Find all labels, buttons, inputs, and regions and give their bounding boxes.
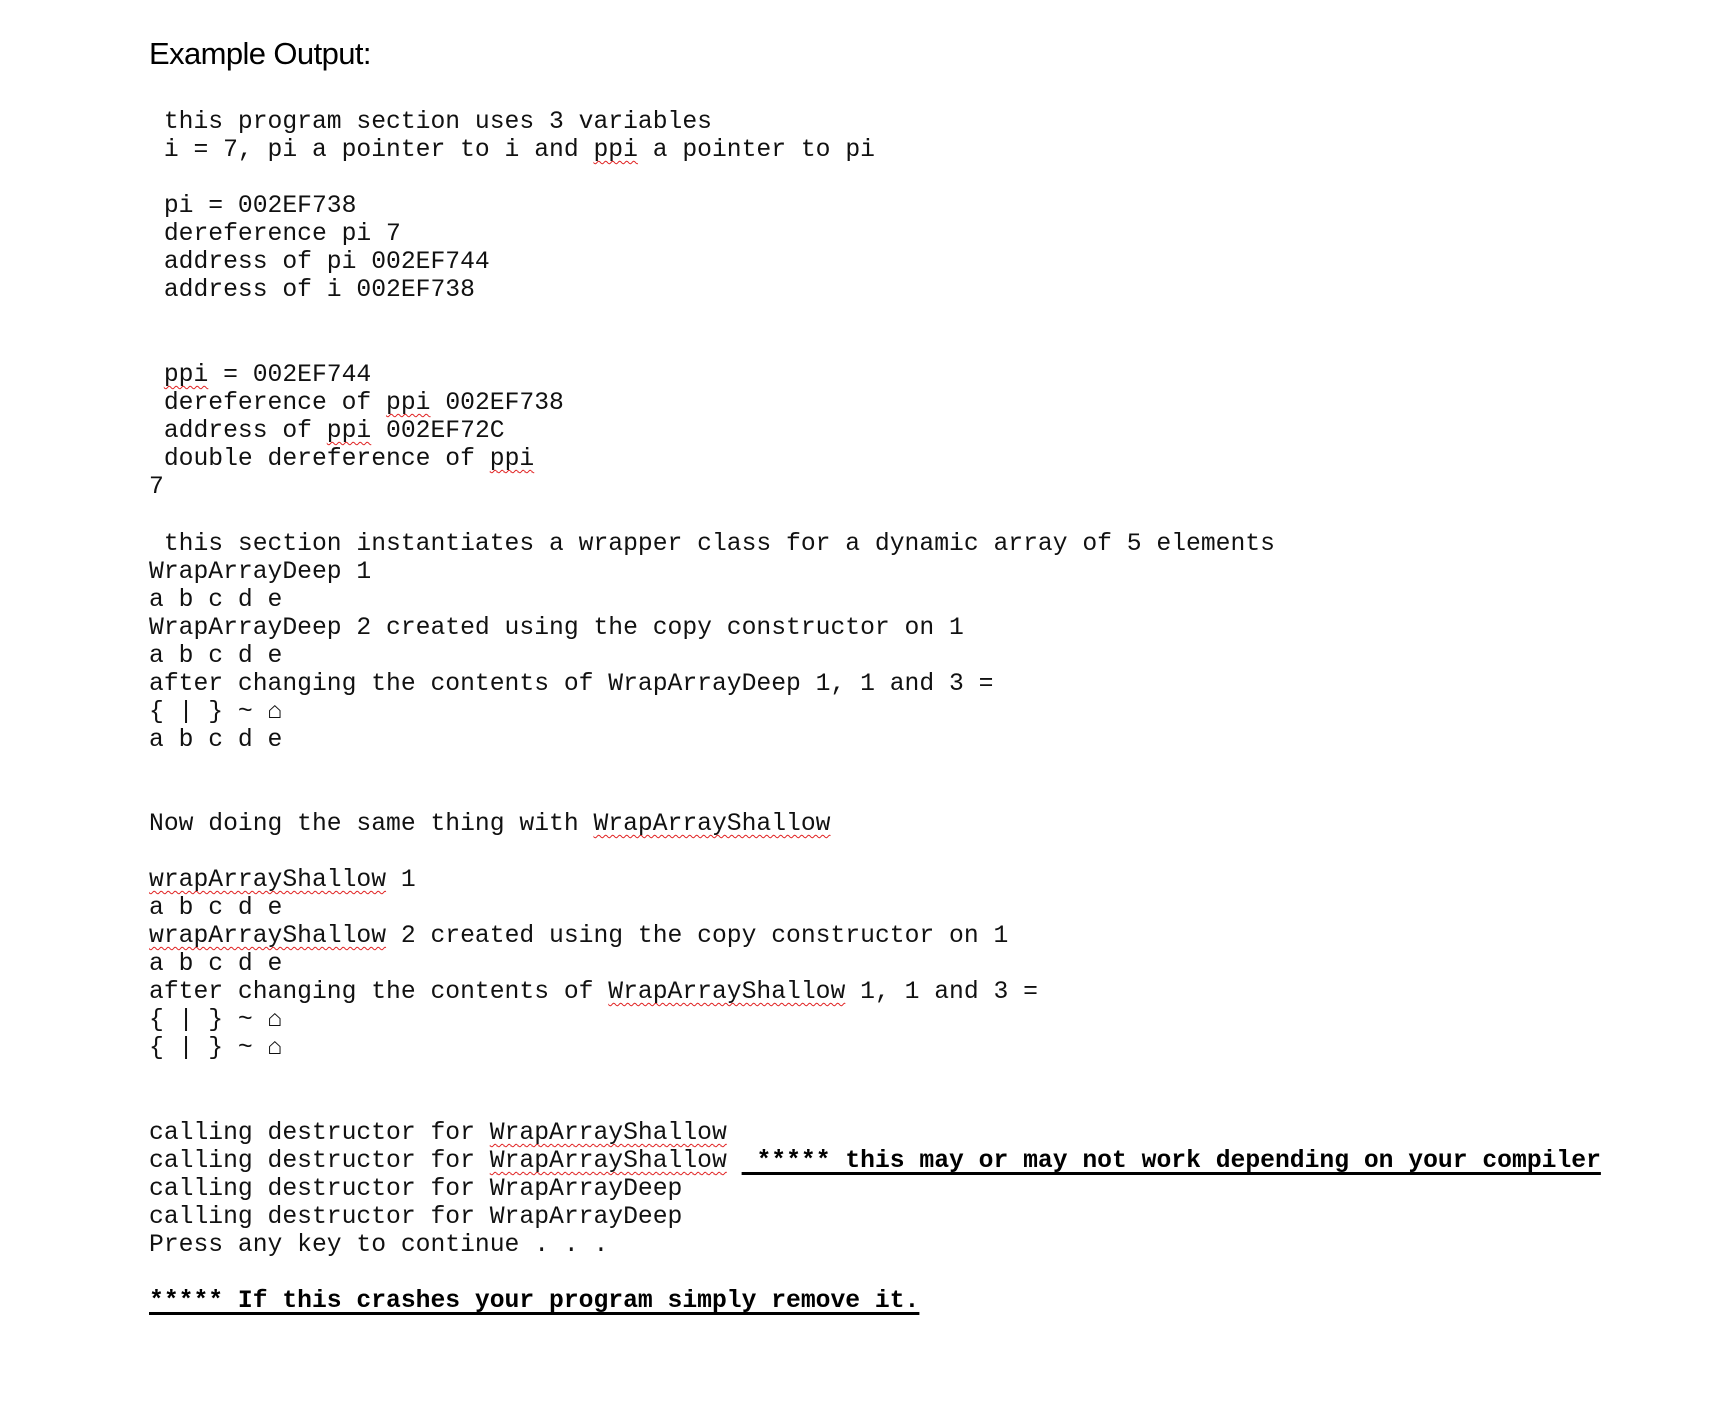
compiler-warning-note: ***** this may or may not work depending… [741,1147,1601,1175]
text: Now doing the same thing with [149,810,594,838]
text: double dereference of [149,445,490,473]
output-line: ***** If this crashes your program simpl… [149,1287,919,1315]
text: 2 created using the copy constructor on … [386,922,1009,950]
output-line: dereference pi 7 [149,220,401,248]
spellcheck-word: ppi [489,445,535,473]
output-line: after changing the contents of WrapArray… [149,978,1038,1006]
spellcheck-word: ppi [593,136,638,164]
output-line: calling destructor for WrapArrayShallow [149,1119,727,1147]
output-line: 7 [149,473,164,501]
output-line: { | } ~ ⌂ [149,698,283,726]
text [727,1147,742,1175]
output-line: this section instantiates a wrapper clas… [149,530,1275,558]
text: = 002EF744 [208,361,372,389]
output-line: WrapArrayDeep 1 [149,558,372,586]
spellcheck-word: ppi [326,417,372,445]
spellcheck-word: wrapArrayShallow [149,922,387,950]
text: i = 7, pi a pointer to i and [149,136,594,164]
text: 1, 1 and 3 = [845,978,1038,1006]
output-line: a b c d e [149,586,283,614]
output-line: WrapArrayDeep 2 created using the copy c… [149,614,964,642]
output-line: address of ppi 002EF72C [149,417,505,445]
output-line: address of pi 002EF744 [149,248,490,276]
spellcheck-word: ppi [386,389,431,417]
spellcheck-word: WrapArrayShallow [608,978,846,1006]
output-line: { | } ~ ⌂ [149,1006,283,1034]
text: after changing the contents of [149,978,609,1006]
text: calling destructor for [149,1147,490,1175]
output-line: calling destructor for WrapArrayShallow … [149,1147,1601,1175]
text: 1 [386,866,416,894]
spellcheck-word: WrapArrayShallow [489,1147,727,1175]
output-line: Press any key to continue . . . [149,1231,609,1259]
text: address of [149,417,327,445]
output-line: this program section uses 3 variables [149,108,712,136]
output-line: a b c d e [149,950,283,978]
output-line: Now doing the same thing with WrapArrayS… [149,810,831,838]
output-line: wrapArrayShallow 2 created using the cop… [149,922,1008,950]
output-line: a b c d e [149,726,283,754]
spellcheck-word: WrapArrayShallow [489,1119,727,1147]
output-line: calling destructor for WrapArrayDeep [149,1175,683,1203]
text: calling destructor for [149,1119,490,1147]
text [149,361,164,389]
page-title: Example Output: [149,36,372,71]
output-line: ppi = 002EF744 [149,361,371,389]
output-line: address of i 002EF738 [149,276,475,304]
spellcheck-word: WrapArrayShallow [593,810,831,838]
output-line: wrapArrayShallow 1 [149,866,416,894]
output-line: pi = 002EF738 [149,192,357,220]
text: 002EF72C [371,417,505,445]
output-line: calling destructor for WrapArrayDeep [149,1203,683,1231]
output-line: a b c d e [149,642,283,670]
text: a pointer to pi [637,136,875,164]
spellcheck-word: wrapArrayShallow [149,866,387,894]
output-line: { | } ~ ⌂ [149,1034,283,1062]
crash-warning-note: ***** If this crashes your program simpl… [149,1287,920,1315]
output-line: a b c d e [149,894,283,922]
text: 002EF738 [430,389,564,417]
spellcheck-word: ppi [163,361,209,389]
output-line: dereference of ppi 002EF738 [149,389,564,417]
text: dereference of [149,389,387,417]
output-line: double dereference of ppi [149,445,534,473]
output-line: i = 7, pi a pointer to i and ppi a point… [149,136,875,164]
output-line: after changing the contents of WrapArray… [149,670,994,698]
